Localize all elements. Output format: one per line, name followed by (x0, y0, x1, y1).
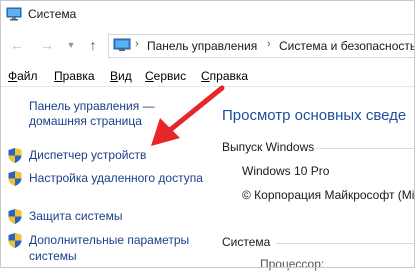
sidebar-home-link[interactable]: Панель управления — домашняя страница (29, 99, 179, 129)
menu-help[interactable]: Справка (201, 69, 248, 83)
section-divider (316, 148, 415, 149)
shield-icon (8, 148, 22, 163)
copyright-text: © Корпорация Майкрософт (Micr (242, 188, 415, 202)
title-bar: Система (0, 0, 415, 28)
breadcrumb-separator-icon[interactable]: › (135, 38, 139, 50)
windows-edition-value: Windows 10 Pro (242, 164, 330, 178)
shield-icon (8, 171, 22, 186)
control-panel-icon (113, 38, 131, 51)
sidebar: Панель управления — домашняя страница Ди… (0, 88, 215, 268)
sidebar-item-label[interactable]: Настройка удаленного доступа (29, 170, 209, 186)
menu-bar: Файл Правка Вид Сервис Справка (0, 66, 415, 87)
breadcrumb-separator-icon[interactable]: › (267, 38, 271, 50)
menu-file[interactable]: Файл (8, 69, 38, 83)
page-title: Просмотр основных сведе (222, 107, 407, 124)
processor-label: Процессор: (260, 257, 325, 271)
system-heading: Система (222, 235, 271, 249)
recent-locations-chevron-icon[interactable]: ▼ (62, 35, 80, 55)
section-divider (276, 243, 415, 244)
menu-view[interactable]: Вид (110, 69, 132, 83)
computer-icon (6, 7, 22, 21)
navigation-bar: ← → ▼ ↑ › Панель управления › Система и … (0, 32, 415, 58)
up-arrow-icon[interactable]: ↑ (84, 35, 102, 55)
sidebar-item-advanced-settings[interactable]: Дополнительные параметры системы (7, 232, 212, 266)
sidebar-item-label[interactable]: Диспетчер устройств (29, 147, 209, 163)
sidebar-item-remote-settings[interactable]: Настройка удаленного доступа (7, 170, 212, 204)
sidebar-item-label[interactable]: Защита системы (29, 208, 209, 224)
sidebar-item-label[interactable]: Дополнительные параметры системы (29, 232, 209, 264)
shield-icon (8, 209, 22, 224)
windows-edition-heading: Выпуск Windows (222, 140, 315, 154)
breadcrumb-control-panel[interactable]: Панель управления (147, 39, 257, 53)
address-bar[interactable]: › Панель управления › Система и безопасн… (108, 34, 415, 58)
menu-edit[interactable]: Правка (54, 69, 95, 83)
window-title: Система (28, 7, 77, 21)
breadcrumb-system-security[interactable]: Система и безопасность (279, 39, 415, 53)
shield-icon (8, 233, 22, 248)
back-arrow-icon[interactable]: ← (8, 35, 26, 55)
forward-arrow-icon[interactable]: → (38, 35, 56, 55)
menu-tools[interactable]: Сервис (145, 69, 186, 83)
